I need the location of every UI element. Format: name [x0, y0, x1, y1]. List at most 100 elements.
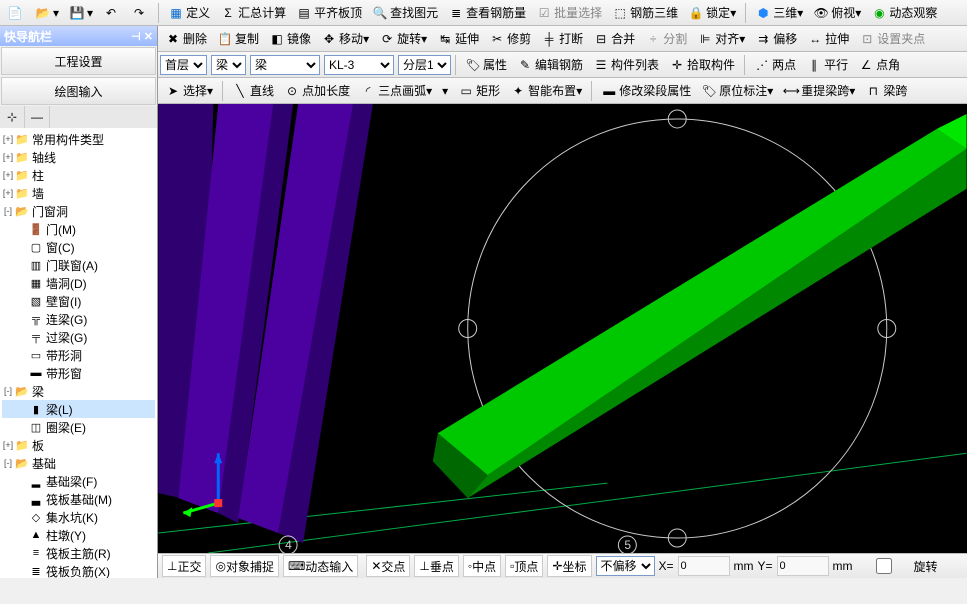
tree-node[interactable]: [+]📁柱 — [2, 166, 155, 184]
snap-vertex[interactable]: ▫顶点 — [505, 555, 543, 577]
properties-button[interactable]: 🏷属性 — [460, 53, 512, 77]
label: 查找图元 — [390, 4, 438, 21]
pin-icon[interactable]: ⊣ ✕ — [131, 30, 153, 43]
grip-settings-button[interactable]: ⊡设置夹点 — [854, 27, 930, 51]
rect-button[interactable]: ▭矩形 — [453, 79, 505, 103]
tree-node[interactable]: ▬带形窗 — [2, 364, 155, 382]
tree-node[interactable]: ▃筏板基础(M) — [2, 490, 155, 508]
tree-node[interactable]: [-]📂基础 — [2, 454, 155, 472]
smart-layout-button[interactable]: ✦智能布置▾ — [505, 79, 587, 103]
beam-span-button[interactable]: ⊓梁跨 — [860, 79, 912, 103]
tree-node[interactable]: [+]📁轴线 — [2, 148, 155, 166]
engineering-settings-button[interactable]: 工程设置 — [1, 47, 156, 75]
tree-node[interactable]: ▲柱墩(Y) — [2, 526, 155, 544]
undo-button[interactable]: ↶ — [98, 1, 126, 25]
projection-button[interactable]: 👁俯视▾ — [808, 1, 866, 25]
snap-coord[interactable]: ✛坐标 — [547, 555, 591, 577]
tree-node[interactable]: ≣筏板负筋(X) — [2, 562, 155, 578]
extend-button[interactable]: ↹延伸 — [432, 27, 484, 51]
layer-select[interactable]: 分层1 — [398, 55, 451, 75]
y-input[interactable] — [777, 556, 829, 576]
osnap-toggle[interactable]: ◎对象捕捉 — [210, 555, 279, 577]
dynamic-view-button[interactable]: ◉动态观察 — [866, 1, 942, 25]
offset-mode-select[interactable]: 不偏移 — [596, 556, 655, 576]
offset-button[interactable]: ⇉偏移 — [750, 27, 802, 51]
tree-node[interactable]: [+]📁板 — [2, 436, 155, 454]
dyn-input-toggle[interactable]: ⌨动态输入 — [283, 555, 358, 577]
rotate-checkbox[interactable] — [861, 558, 907, 574]
break-button[interactable]: ╪打断 — [536, 27, 588, 51]
join-button[interactable]: ⊟合并 — [588, 27, 640, 51]
parallel-button[interactable]: ∥平行 — [801, 53, 853, 77]
delete-button[interactable]: ✖删除 — [160, 27, 212, 51]
tree-node[interactable]: ▦墙洞(D) — [2, 274, 155, 292]
select-button[interactable]: ➤选择▾ — [160, 79, 218, 103]
tree-node[interactable]: ◫圈梁(E) — [2, 418, 155, 436]
tree-node[interactable]: ▧壁窗(I) — [2, 292, 155, 310]
tree-node[interactable]: ▭带形洞 — [2, 346, 155, 364]
trim-button[interactable]: ✂修剪 — [484, 27, 536, 51]
lock-button[interactable]: 🔒锁定▾ — [683, 1, 741, 25]
sum-button[interactable]: Σ汇总计算 — [215, 1, 291, 25]
open-icon: 📂 — [35, 5, 51, 21]
define-button[interactable]: ▦定义 — [163, 1, 215, 25]
rebar-3d-button[interactable]: ⬚钢筋三维 — [607, 1, 683, 25]
ortho-toggle[interactable]: ⊥正交 — [162, 555, 206, 577]
new-button[interactable]: 📄 — [2, 1, 30, 25]
tree-node[interactable]: ▢窗(C) — [2, 238, 155, 256]
move-button[interactable]: ✥移动▾ — [316, 27, 374, 51]
rotate-button[interactable]: ⟳旋转▾ — [374, 27, 432, 51]
tree-node[interactable]: ▮梁(L) — [2, 400, 155, 418]
component-list-button[interactable]: ☰构件列表 — [588, 53, 664, 77]
snap-perpendicular[interactable]: ⊥垂点 — [414, 555, 458, 577]
open-button[interactable]: 📂▾ — [30, 1, 64, 25]
point-length-button[interactable]: ⊙点加长度 — [279, 79, 355, 103]
save-button[interactable]: 💾▾ — [64, 1, 98, 25]
respan-button[interactable]: ⟷重提梁跨▾ — [778, 79, 860, 103]
view-3d-button[interactable]: ⬢三维▾ — [750, 1, 808, 25]
arc-3pt-button[interactable]: ◜三点画弧▾ — [355, 79, 437, 103]
pick-component-button[interactable]: ✛拾取构件 — [664, 53, 740, 77]
original-tag-button[interactable]: 🏷原位标注▾ — [696, 79, 778, 103]
copy-button[interactable]: 📋复制 — [212, 27, 264, 51]
two-points-button[interactable]: ⋰两点 — [749, 53, 801, 77]
line-button[interactable]: ╲直线 — [227, 79, 279, 103]
tree-node[interactable]: ◇集水坑(K) — [2, 508, 155, 526]
floor-select[interactable]: 首层 — [160, 55, 207, 75]
tree-node[interactable]: [+]📁常用构件类型 — [2, 130, 155, 148]
tree-node[interactable]: 🚪门(M) — [2, 220, 155, 238]
element-tree[interactable]: [+]📁常用构件类型[+]📁轴线[+]📁柱[+]📁墙[-]📂门窗洞🚪门(M)▢窗… — [0, 128, 157, 578]
undo-icon: ↶ — [103, 5, 119, 21]
tree-node[interactable]: ▂基础梁(F) — [2, 472, 155, 490]
mirror-button[interactable]: ◧镜像 — [264, 27, 316, 51]
stretch-button[interactable]: ↔拉伸 — [802, 27, 854, 51]
tree-node[interactable]: ╦连梁(G) — [2, 310, 155, 328]
tree-tab-1[interactable]: ⊹ — [0, 106, 25, 128]
category-select[interactable]: 梁 — [211, 55, 246, 75]
split-button[interactable]: ÷分割 — [640, 27, 692, 51]
tree-node[interactable]: [-]📂门窗洞 — [2, 202, 155, 220]
tree-node[interactable]: ≡筏板主筋(R) — [2, 544, 155, 562]
view-rebar-button[interactable]: ≣查看钢筋量 — [443, 1, 531, 25]
tree-node[interactable]: [+]📁墙 — [2, 184, 155, 202]
redo-button[interactable]: ↷ — [126, 1, 154, 25]
batch-select-button[interactable]: ☑批量选择 — [531, 1, 607, 25]
tree-node[interactable]: ▥门联窗(A) — [2, 256, 155, 274]
tree-tab-2[interactable]: — — [25, 106, 50, 128]
misc-dropdown[interactable]: ▾ — [437, 79, 453, 103]
x-input[interactable] — [678, 556, 730, 576]
align-button[interactable]: ⊫对齐▾ — [692, 27, 750, 51]
draw-input-button[interactable]: 绘图输入 — [1, 77, 156, 105]
find-element-button[interactable]: 🔍查找图元 — [367, 1, 443, 25]
point-angle-button[interactable]: ∠点角 — [853, 53, 905, 77]
modify-segment-button[interactable]: ▬修改梁段属性 — [596, 79, 696, 103]
snap-midpoint[interactable]: ◦中点 — [463, 555, 501, 577]
3d-viewport[interactable]: 4 5 — [158, 104, 967, 553]
snap-intersection[interactable]: ✕交点 — [366, 555, 410, 577]
tree-node[interactable]: ╤过梁(G) — [2, 328, 155, 346]
component-select[interactable]: KL-3 — [324, 55, 394, 75]
subcategory-select[interactable]: 梁 — [250, 55, 320, 75]
edit-rebar-button[interactable]: ✎编辑钢筋 — [512, 53, 588, 77]
level-slab-button[interactable]: ▤平齐板顶 — [291, 1, 367, 25]
tree-node[interactable]: [-]📂梁 — [2, 382, 155, 400]
